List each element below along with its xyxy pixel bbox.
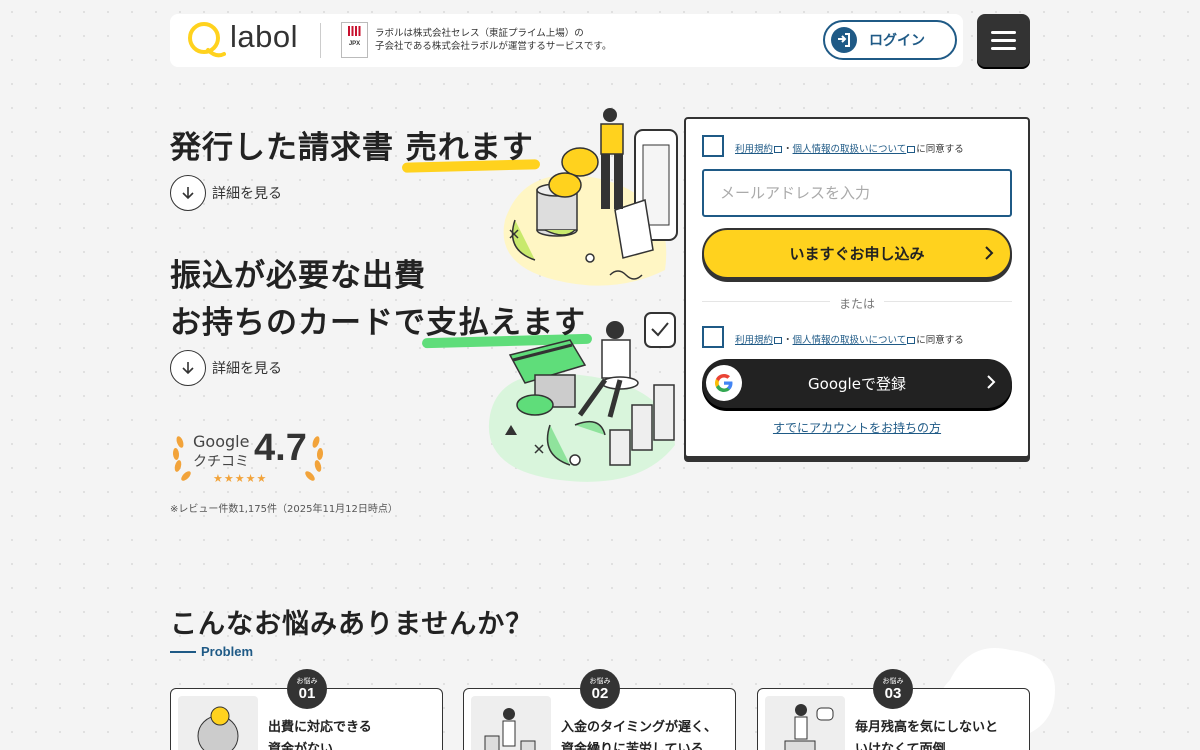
problem-section-subtitle: Problem	[170, 644, 253, 659]
problem-section-title: こんなお悩みありませんか？	[170, 609, 534, 640]
agree-text-email: 利用規約 ・個人情報の取扱いについて に同意する	[735, 144, 964, 155]
privacy-link[interactable]: 個人情報の取扱いについて	[793, 335, 907, 346]
terms-link[interactable]: 利用規約	[735, 335, 773, 346]
terms-link[interactable]: 利用規約	[735, 144, 773, 155]
hero-title-1-plain: 発行した請求書	[170, 130, 406, 166]
invoice-illustration	[503, 108, 678, 286]
logo-text[interactable]: labol	[230, 19, 298, 55]
star-rating-icon: ★★★★★	[213, 472, 268, 485]
login-icon	[831, 27, 857, 53]
agree-checkbox-email[interactable]	[702, 135, 724, 157]
problem-illustration-2	[471, 696, 551, 750]
arrow-down-icon	[170, 175, 206, 211]
menu-line-icon	[991, 47, 1016, 50]
email-input[interactable]	[702, 169, 1012, 217]
review-score: 4.7	[254, 427, 307, 469]
header-divider	[320, 23, 321, 58]
google-signup-label: Googleで登録	[808, 375, 906, 393]
external-link-icon	[774, 146, 783, 153]
review-kuchikomi: クチコミ	[193, 454, 249, 470]
external-link-icon	[774, 337, 783, 344]
or-text: または	[830, 295, 884, 312]
hero-title-2-line1: 振込が必要な出費	[170, 258, 426, 294]
jpx-logo-icon: JPX	[348, 26, 361, 47]
problem-badge-1: お悩み 01	[287, 669, 327, 709]
detail-link-2[interactable]: 詳細を見る	[170, 350, 282, 386]
problem-badge-2: お悩み 02	[580, 669, 620, 709]
header-note: ラボルは株式会社セレス（東証プライム上場）の 子会社である株式会社ラボルが運営す…	[375, 27, 655, 53]
chevron-right-icon	[987, 375, 996, 389]
google-signup-button[interactable]: Googleで登録	[702, 359, 1012, 408]
hero-title-2-plain: お持ちのカードで	[170, 305, 426, 341]
menu-line-icon	[991, 31, 1016, 34]
problem-card-text-3: 毎月残高を気にしないと いけなくて面倒…	[855, 720, 999, 750]
hero-title-1: 発行した請求書 売れます	[170, 122, 534, 167]
header-note-line1: ラボルは株式会社セレス（東証プライム上場）の	[375, 28, 584, 39]
logo-mark-icon	[188, 22, 226, 58]
problem-card-text-2: 入金のタイミングが遅く、 資金繰りに苦労している…	[561, 720, 718, 750]
jpx-badge: JPX	[341, 22, 368, 58]
card-payment-illustration	[488, 312, 676, 482]
external-link-icon	[907, 146, 916, 153]
external-link-icon	[907, 337, 916, 344]
problem-illustration-1	[178, 696, 258, 750]
problem-card-text-1: 出費に対応できる 資金がない…	[268, 720, 372, 750]
agree-text-google: 利用規約 ・個人情報の取扱いについて に同意する	[735, 335, 964, 346]
privacy-link[interactable]: 個人情報の取扱いについて	[793, 144, 907, 155]
menu-line-icon	[991, 39, 1016, 42]
apply-now-button[interactable]: いますぐお申し込み	[702, 228, 1012, 279]
arrow-down-icon	[170, 350, 206, 386]
hamburger-menu-button[interactable]	[977, 14, 1030, 67]
apply-now-label: いますぐお申し込み	[789, 245, 925, 263]
problem-subtitle-text: Problem	[201, 644, 254, 659]
login-button[interactable]: ログイン	[823, 20, 957, 60]
agree-checkbox-google[interactable]	[702, 326, 724, 348]
login-label: ログイン	[869, 33, 925, 49]
detail-link-1[interactable]: 詳細を見る	[170, 175, 282, 211]
existing-account-link[interactable]: すでにアカウントをお持ちの方	[702, 419, 1012, 436]
review-brand: Google	[193, 432, 250, 451]
problem-illustration-3	[765, 696, 845, 750]
review-note: ※レビュー件数1,175件（2025年11月12日時点）	[170, 504, 398, 515]
header-note-line2: 子会社である株式会社ラボルが運営するサービスです。	[375, 41, 612, 52]
detail-label-2: 詳細を見る	[212, 361, 282, 377]
detail-label-1: 詳細を見る	[212, 186, 282, 202]
google-logo-icon	[706, 365, 742, 401]
jpx-text: JPX	[349, 41, 360, 47]
problem-badge-3: お悩み 03	[873, 669, 913, 709]
chevron-right-icon	[985, 246, 994, 260]
subtitle-line	[170, 650, 196, 653]
